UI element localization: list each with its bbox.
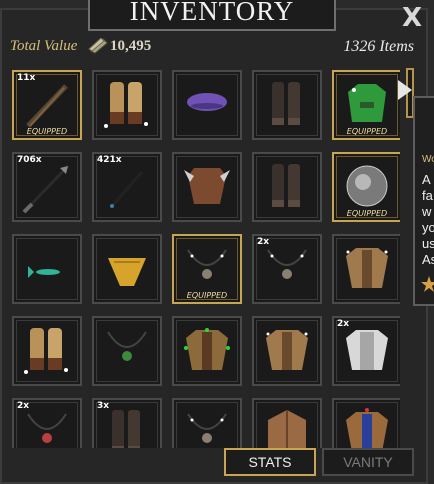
tan-armor-icon (266, 330, 308, 370)
inventory-slot[interactable] (12, 316, 82, 386)
amulet-icon (187, 413, 227, 443)
inventory-grid: 11x EQUIPPED EQUIPPED 706x 421x EQUIPPED EQUIP… (12, 70, 400, 448)
inventory-slot[interactable] (92, 70, 162, 140)
stack-count: 2x (337, 319, 350, 329)
horned-armor-icon (184, 168, 230, 204)
item-tooltip: Wo A fa w yo us As (413, 96, 434, 306)
tooltip-line: us (422, 236, 434, 251)
inventory-slot[interactable]: EQUIPPED (332, 70, 400, 140)
tooltip-title: Wo (422, 154, 434, 165)
tooltip-line: fa (422, 188, 433, 203)
inventory-slot[interactable]: 2x (332, 316, 400, 386)
beret-icon (187, 93, 227, 111)
inventory-slot[interactable] (92, 234, 162, 304)
stack-count: 2x (17, 401, 30, 411)
inventory-slot[interactable] (172, 316, 242, 386)
inventory-slot[interactable]: 3x (92, 398, 162, 448)
total-value: 10,495 (110, 38, 152, 54)
inventory-slot[interactable] (332, 234, 400, 304)
inventory-slot[interactable]: 421x (92, 152, 162, 222)
equipped-label: EQUIPPED (186, 291, 228, 300)
tooltip-line: A (422, 172, 431, 187)
tab-vanity[interactable]: VANITY (322, 448, 414, 476)
inventory-slot[interactable]: EQUIPPED (172, 234, 242, 304)
inventory-slot[interactable] (172, 152, 242, 222)
inventory-slot[interactable] (252, 316, 322, 386)
bracers-icon (104, 82, 148, 128)
stack-count: 2x (257, 237, 270, 247)
equipped-label: EQUIPPED (346, 127, 388, 136)
tan-armor-icon (346, 248, 388, 288)
inventory-slot[interactable]: 2x (252, 234, 322, 304)
yellow-cloth-icon (108, 258, 146, 286)
tooltip-line: As (422, 252, 434, 267)
total-value-label: Total Value (10, 38, 78, 54)
green-armor-icon (184, 328, 230, 370)
window-title: INVENTORY (88, 0, 336, 31)
blue-armor-icon (346, 408, 388, 448)
tooltip-pointer (398, 80, 412, 100)
star-icon (421, 276, 434, 292)
boots-icon (272, 164, 300, 207)
inventory-slot[interactable]: 11x EQUIPPED (12, 70, 82, 140)
stack-count: 706x (17, 155, 42, 165)
inventory-slot[interactable] (252, 70, 322, 140)
green-amulet-icon (107, 331, 147, 361)
cash-icon (88, 38, 108, 54)
item-count: 1326 Items (343, 38, 414, 55)
tooltip-line: w (422, 204, 432, 219)
stack-count: 11x (17, 73, 36, 83)
inventory-slot[interactable] (172, 398, 242, 448)
inventory-slot[interactable]: 706x (12, 152, 82, 222)
inventory-slot[interactable] (332, 398, 400, 448)
equipped-label: EQUIPPED (26, 127, 68, 136)
tab-stats[interactable]: STATS (224, 448, 316, 476)
inventory-slot[interactable] (12, 234, 82, 304)
inventory-slot[interactable] (252, 398, 322, 448)
inventory-slot[interactable] (172, 70, 242, 140)
tooltip-line: yo (422, 220, 434, 235)
teal-fish-icon (28, 266, 60, 278)
inventory-slot[interactable]: EQUIPPED (332, 152, 400, 222)
equipped-label: EQUIPPED (346, 209, 388, 218)
crate-icon (268, 410, 306, 448)
close-button[interactable]: X (398, 4, 426, 32)
boots-icon (272, 82, 300, 125)
stack-count: 3x (97, 401, 110, 411)
stack-count: 421x (97, 155, 122, 165)
inventory-slot[interactable] (92, 316, 162, 386)
bracers-icon (24, 328, 68, 374)
inventory-slot[interactable] (252, 152, 322, 222)
inventory-slot[interactable]: 2x (12, 398, 82, 448)
